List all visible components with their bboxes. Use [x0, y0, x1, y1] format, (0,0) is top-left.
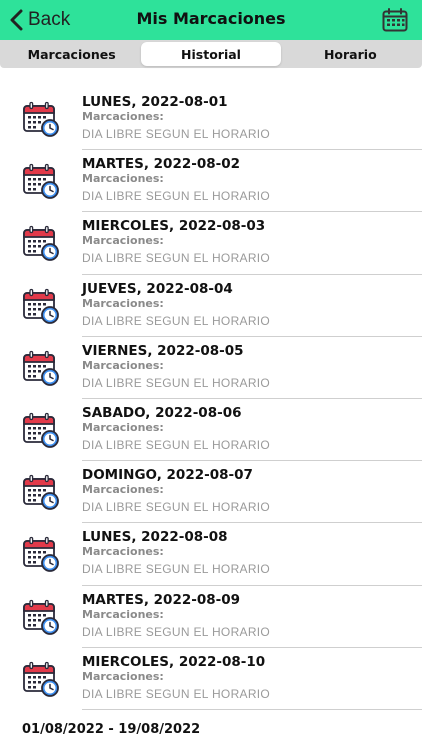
calendar-clock-icon — [23, 163, 59, 200]
entry-marks-label: Marcaciones: — [82, 110, 164, 123]
entry-date: SABADO, 2022-08-06 — [82, 404, 242, 421]
entry-date: DOMINGO, 2022-08-07 — [82, 467, 253, 484]
top-bar: Back Mis Marcaciones — [0, 0, 422, 40]
entry-date: VIERNES, 2022-08-05 — [82, 342, 244, 359]
list-item[interactable]: DOMINGO, 2022-08-07 Marcaciones: DIA LIB… — [0, 461, 422, 524]
entry-marks-label: Marcaciones: — [82, 296, 164, 310]
entry-date: MARTES, 2022-08-02 — [82, 156, 241, 173]
list-item[interactable]: MARTES, 2022-08-09 Marcaciones: DIA LIBR… — [0, 586, 422, 648]
entry-marks-label: Marcaciones: — [82, 607, 164, 621]
calendar-clock-icon — [23, 474, 59, 511]
list-item[interactable]: MIERCOLES, 2022-08-03 Marcaciones: DIA L… — [0, 212, 422, 275]
entry-date: MIERCOLES, 2022-08-03 — [82, 218, 266, 235]
entry-status: DIA LIBRE SEGUN EL HORARIO — [82, 624, 271, 639]
calendar-clock-icon — [23, 412, 59, 448]
list-item[interactable]: LUNES, 2022-08-08 Marcaciones: DIA LIBRE… — [0, 523, 422, 586]
list-item[interactable]: JUEVES, 2022-08-04 Marcaciones: DIA LIBR… — [0, 275, 422, 337]
page-title: Mis Marcaciones — [136, 9, 286, 28]
entry-status: DIA LIBRE SEGUN EL HORARIO — [82, 500, 271, 515]
list-item[interactable]: SABADO, 2022-08-06 Marcaciones: DIA LIBR… — [0, 399, 422, 462]
calendar-clock-icon — [23, 536, 59, 573]
calendar-clock-icon — [23, 661, 59, 697]
segmented-tabs: Marcaciones Historial Horario — [0, 40, 422, 68]
entry-status: DIA LIBRE SEGUN EL HORARIO — [82, 686, 271, 701]
entry-status: DIA LIBRE SEGUN EL HORARIO — [82, 437, 271, 452]
entry-marks-label: Marcaciones: — [82, 483, 164, 497]
tab-horario[interactable]: Horario — [281, 42, 420, 66]
tab-historial[interactable]: Historial — [141, 42, 281, 66]
calendar-clock-icon — [23, 101, 59, 137]
entry-status: DIA LIBRE SEGUN EL HORARIO — [82, 189, 271, 204]
calendar-clock-icon — [23, 350, 59, 386]
entry-date: MARTES, 2022-08-09 — [82, 591, 241, 608]
entry-marks-label: Marcaciones: — [82, 234, 164, 248]
history-list: LUNES, 2022-08-01 Marcaciones: DIA LIBRE… — [0, 88, 422, 710]
entry-status: DIA LIBRE SEGUN EL HORARIO — [82, 251, 271, 266]
entry-status: DIA LIBRE SEGUN EL HORARIO — [82, 562, 271, 577]
entry-date: MIERCOLES, 2022-08-10 — [82, 653, 266, 670]
list-item[interactable]: MARTES, 2022-08-02 Marcaciones: DIA LIBR… — [0, 150, 422, 213]
entry-date: LUNES, 2022-08-08 — [82, 529, 228, 546]
calendar-icon — [382, 8, 408, 32]
entry-status: DIA LIBRE SEGUN EL HORARIO — [82, 313, 271, 328]
calendar-clock-icon — [23, 288, 59, 324]
entry-marks-label: Marcaciones: — [82, 669, 164, 683]
entry-date: JUEVES, 2022-08-04 — [82, 280, 233, 297]
entry-marks-label: Marcaciones: — [82, 420, 164, 434]
list-item[interactable]: VIERNES, 2022-08-05 Marcaciones: DIA LIB… — [0, 337, 422, 399]
entry-status: DIA LIBRE SEGUN EL HORARIO — [82, 375, 271, 390]
entry-marks-label: Marcaciones: — [82, 358, 164, 372]
date-range: 01/08/2022 - 19/08/2022 — [22, 722, 201, 737]
entry-marks-label: Marcaciones: — [82, 172, 164, 186]
entry-status: DIA LIBRE SEGUN EL HORARIO — [82, 127, 271, 141]
list-item[interactable]: MIERCOLES, 2022-08-10 Marcaciones: DIA L… — [0, 648, 422, 710]
list-item[interactable]: LUNES, 2022-08-01 Marcaciones: DIA LIBRE… — [0, 88, 422, 151]
calendar-clock-icon — [23, 599, 59, 635]
divider — [82, 708, 422, 710]
tab-marcaciones[interactable]: Marcaciones — [2, 42, 141, 66]
entry-marks-label: Marcaciones: — [82, 545, 164, 559]
calendar-clock-icon — [23, 225, 59, 262]
entry-date: LUNES, 2022-08-01 — [82, 94, 228, 110]
calendar-button[interactable] — [382, 8, 408, 32]
